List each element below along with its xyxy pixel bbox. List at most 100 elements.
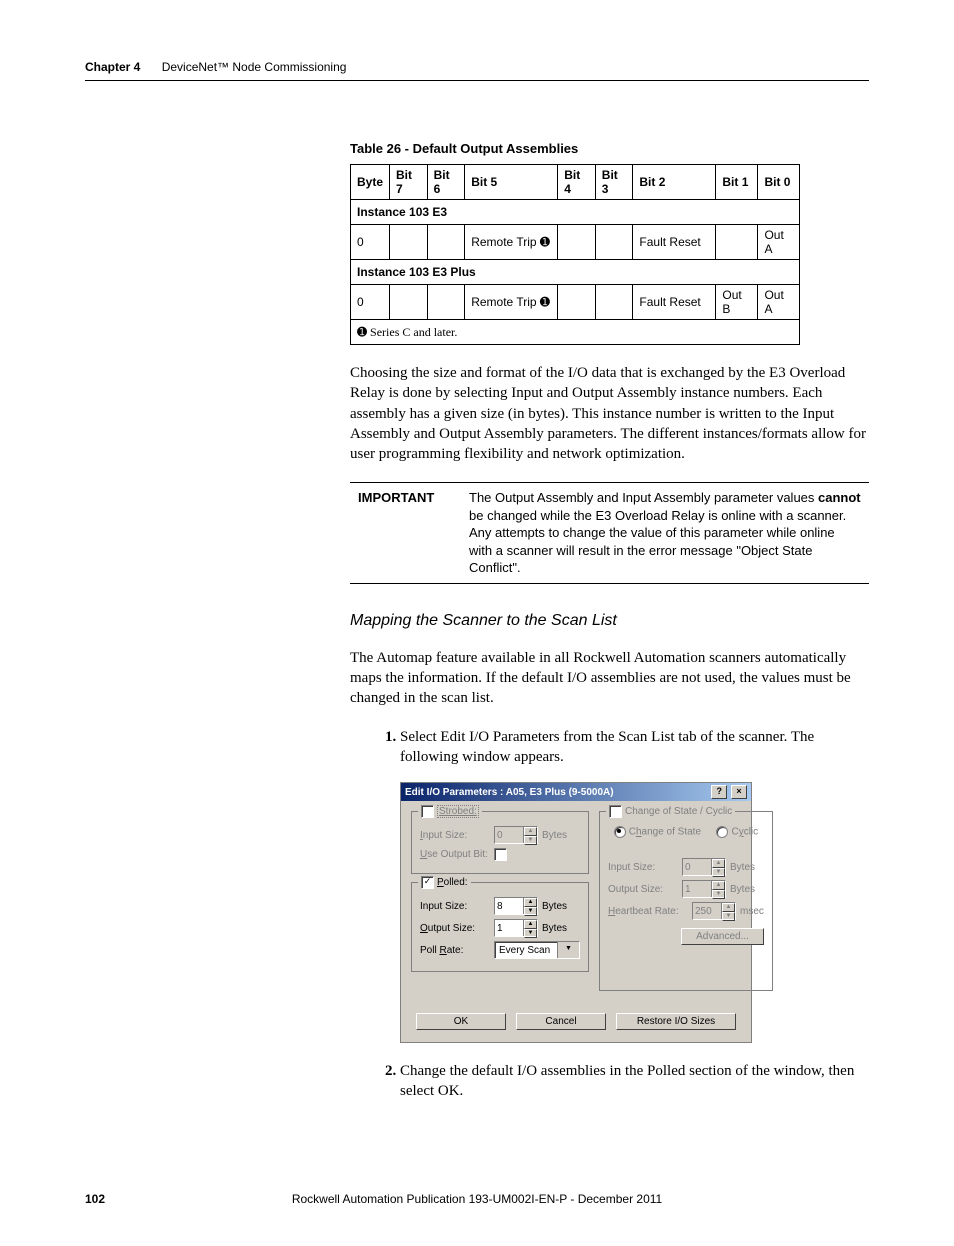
table-row: 0 Remote Trip ➊ Fault Reset Out B Out A	[351, 285, 800, 320]
important-label: IMPORTANT	[350, 483, 461, 584]
cell-empty	[558, 225, 596, 260]
th-bit1: Bit 1	[716, 165, 758, 200]
cell-fault-reset: Fault Reset	[633, 285, 716, 320]
poll-rate-select[interactable]: Every Scan▼	[494, 941, 580, 959]
cell-out-b: Out B	[716, 285, 758, 320]
cell-fault-reset: Fault Reset	[633, 225, 716, 260]
cos-label: Change of State / Cyclic	[625, 806, 732, 817]
th-bit4: Bit 4	[558, 165, 596, 200]
cell-empty	[595, 285, 633, 320]
strobed-label: Strobed:	[437, 805, 479, 818]
th-bit2: Bit 2	[633, 165, 716, 200]
cos-checkbox[interactable]	[609, 805, 622, 818]
bytes-label: Bytes	[730, 884, 755, 895]
bits-table: Byte Bit 7 Bit 6 Bit 5 Bit 4 Bit 3 Bit 2…	[350, 164, 800, 345]
important-box: IMPORTANT The Output Assembly and Input …	[350, 482, 869, 584]
input-size-label: Input Size:	[608, 862, 678, 873]
body-paragraph: The Automap feature available in all Roc…	[350, 648, 869, 709]
cell-empty	[716, 225, 758, 260]
dialog-titlebar: Edit I/O Parameters : A05, E3 Plus (9-50…	[401, 783, 751, 801]
step-2: Change the default I/O assemblies in the…	[400, 1061, 869, 1102]
table-caption: Table 26 - Default Output Assemblies	[350, 141, 869, 156]
cell-empty	[427, 225, 465, 260]
header-rule	[85, 80, 869, 81]
table-section-row: Instance 103 E3 Plus	[351, 260, 800, 285]
cell-empty	[390, 225, 428, 260]
page-header: Chapter 4 DeviceNet™ Node Commissioning	[85, 60, 869, 74]
restore-button[interactable]: Restore I/O Sizes	[616, 1013, 736, 1030]
cell-empty	[558, 285, 596, 320]
table-footnote-row: ➊ Series C and later.	[351, 320, 800, 345]
polled-group: ✓Polled: Input Size: ▲▼ Bytes Output Siz…	[411, 882, 589, 972]
important-text-a: The Output Assembly and Input Assembly p…	[469, 490, 818, 505]
ok-button[interactable]: OK	[416, 1013, 506, 1030]
output-size-label: Output Size:	[420, 923, 490, 934]
cell-remote-trip: Remote Trip ➊	[465, 285, 558, 320]
strobed-checkbox[interactable]	[421, 805, 434, 818]
steps-list: Change the default I/O assemblies in the…	[350, 1061, 869, 1102]
cell-remote-trip: Remote Trip ➊	[465, 225, 558, 260]
strobed-group: Strobed: Input Size: ▲▼ Bytes Use Output…	[411, 811, 589, 874]
use-output-bit-checkbox[interactable]	[494, 848, 507, 861]
polled-input-size-spinner[interactable]: ▲▼	[494, 897, 538, 915]
th-byte: Byte	[351, 165, 390, 200]
th-bit0: Bit 0	[758, 165, 800, 200]
cell-out-a: Out A	[758, 225, 800, 260]
body-paragraph: Choosing the size and format of the I/O …	[350, 363, 869, 464]
table-header-row: Byte Bit 7 Bit 6 Bit 5 Bit 4 Bit 3 Bit 2…	[351, 165, 800, 200]
cell-empty	[427, 285, 465, 320]
steps-list: Select Edit I/O Parameters from the Scan…	[350, 727, 869, 768]
cancel-button[interactable]: Cancel	[516, 1013, 606, 1030]
important-bold: cannot	[818, 490, 861, 505]
chapter-label: Chapter 4	[85, 60, 140, 74]
close-icon[interactable]: ×	[731, 785, 747, 799]
cell-empty	[595, 225, 633, 260]
cell-empty	[390, 285, 428, 320]
bytes-label: Bytes	[542, 830, 567, 841]
important-text-b: be changed while the E3 Overload Relay i…	[469, 508, 846, 576]
th-bit6: Bit 6	[427, 165, 465, 200]
cell-out-a: Out A	[758, 285, 800, 320]
polled-label: Polled:	[437, 877, 468, 888]
msec-label: msec	[740, 906, 764, 917]
heartbeat-label: Heartbeat Rate:	[608, 906, 688, 917]
strobed-input-size-spinner[interactable]: ▲▼	[494, 826, 538, 844]
cos-input-size-spinner[interactable]: ▲▼	[682, 858, 726, 876]
cos-group: Change of State / Cyclic Change of State…	[599, 811, 773, 991]
use-output-bit-label: Use Output Bit:	[420, 849, 490, 860]
bytes-label: Bytes	[542, 923, 567, 934]
cos-option-label: Change of State	[629, 827, 701, 838]
th-bit7: Bit 7	[390, 165, 428, 200]
dialog-title: Edit I/O Parameters : A05, E3 Plus (9-50…	[405, 787, 614, 798]
table-footnote: ➊ Series C and later.	[351, 320, 800, 345]
bytes-label: Bytes	[542, 901, 567, 912]
polled-checkbox[interactable]: ✓	[421, 876, 434, 889]
bytes-label: Bytes	[730, 862, 755, 873]
subheading: Mapping the Scanner to the Scan List	[350, 612, 869, 630]
section-2: Instance 103 E3 Plus	[351, 260, 800, 285]
cyclic-radio[interactable]	[716, 826, 728, 838]
page-footer: 102 Rockwell Automation Publication 193-…	[85, 1192, 869, 1206]
chapter-title: DeviceNet™ Node Commissioning	[162, 60, 347, 74]
th-bit3: Bit 3	[595, 165, 633, 200]
input-size-label: Input Size:	[420, 901, 490, 912]
cos-output-size-spinner[interactable]: ▲▼	[682, 880, 726, 898]
cyclic-option-label: Cyclic	[731, 827, 758, 838]
heartbeat-spinner[interactable]: ▲▼	[692, 902, 736, 920]
edit-io-dialog: Edit I/O Parameters : A05, E3 Plus (9-50…	[400, 782, 752, 1043]
table-row: 0 Remote Trip ➊ Fault Reset Out A	[351, 225, 800, 260]
advanced-button[interactable]: Advanced...	[681, 928, 764, 945]
cell-byte: 0	[351, 285, 390, 320]
publication-info: Rockwell Automation Publication 193-UM00…	[292, 1192, 662, 1206]
help-icon[interactable]: ?	[711, 785, 727, 799]
table-section-row: Instance 103 E3	[351, 200, 800, 225]
section-1: Instance 103 E3	[351, 200, 800, 225]
polled-output-size-spinner[interactable]: ▲▼	[494, 919, 538, 937]
cell-byte: 0	[351, 225, 390, 260]
input-size-label: Input Size:	[420, 830, 490, 841]
page-number: 102	[85, 1192, 105, 1206]
change-of-state-radio[interactable]	[614, 826, 626, 838]
th-bit5: Bit 5	[465, 165, 558, 200]
output-size-label: Output Size:	[608, 884, 678, 895]
poll-rate-label: Poll Rate:	[420, 945, 490, 956]
